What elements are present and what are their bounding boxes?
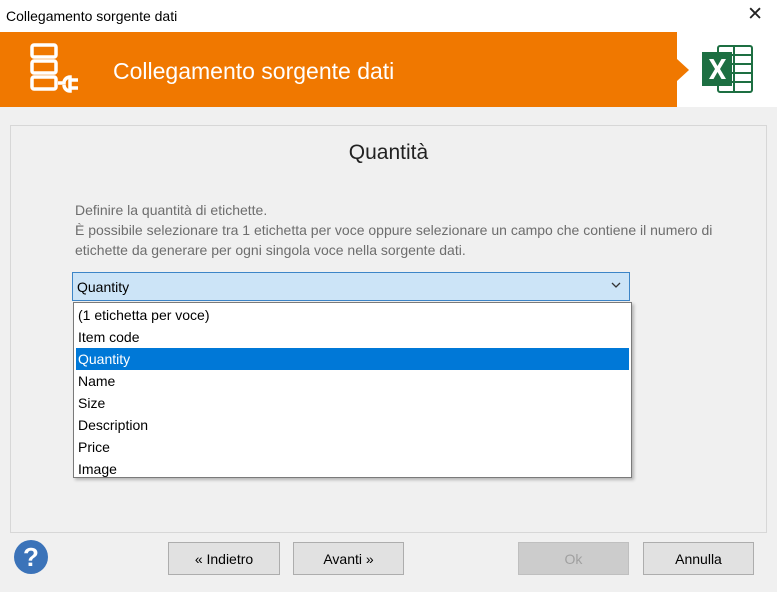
excel-icon bbox=[702, 45, 753, 93]
quantity-dropdown-list: (1 etichetta per voce) Item code Quantit… bbox=[73, 302, 632, 478]
next-button[interactable]: Avanti » bbox=[293, 542, 404, 575]
svg-text:?: ? bbox=[23, 542, 39, 572]
banner-arrow bbox=[677, 59, 689, 81]
ok-button[interactable]: Ok bbox=[518, 542, 629, 575]
dropdown-option[interactable]: Description bbox=[76, 414, 629, 436]
description-line-2: È possibile selezionare tra 1 etichetta … bbox=[75, 222, 713, 238]
dropdown-option[interactable]: Item code bbox=[76, 326, 629, 348]
quantity-combobox[interactable]: Quantity bbox=[72, 272, 630, 301]
title-bar: Collegamento sorgente dati ✕ bbox=[0, 0, 777, 32]
banner-heading: Collegamento sorgente dati bbox=[113, 58, 395, 84]
section-title: Quantità bbox=[348, 141, 429, 164]
dropdown-option[interactable]: (1 etichetta per voce) bbox=[76, 304, 629, 326]
dropdown-option[interactable]: Name bbox=[76, 370, 629, 392]
dropdown-option[interactable]: Image bbox=[76, 458, 629, 480]
dropdown-option[interactable]: Price bbox=[76, 436, 629, 458]
cancel-button[interactable]: Annulla bbox=[643, 542, 754, 575]
help-icon[interactable]: ? bbox=[13, 539, 49, 575]
dropdown-option[interactable]: Size bbox=[76, 392, 629, 414]
close-icon[interactable]: ✕ bbox=[747, 5, 763, 25]
combobox-value: Quantity bbox=[77, 279, 130, 295]
dropdown-option-selected[interactable]: Quantity bbox=[76, 348, 629, 370]
header-banner: Collegamento sorgente dati bbox=[0, 32, 777, 107]
description-line-1: Definire la quantità di etichette. bbox=[75, 202, 268, 218]
description: Definire la quantità di etichette. È pos… bbox=[75, 200, 765, 260]
window-title: Collegamento sorgente dati bbox=[6, 8, 178, 24]
back-button[interactable]: « Indietro bbox=[168, 542, 280, 575]
description-line-3: etichette da generare per ogni singola v… bbox=[75, 242, 466, 258]
chevron-down-icon[interactable] bbox=[609, 277, 623, 293]
database-plug-icon bbox=[30, 43, 78, 93]
